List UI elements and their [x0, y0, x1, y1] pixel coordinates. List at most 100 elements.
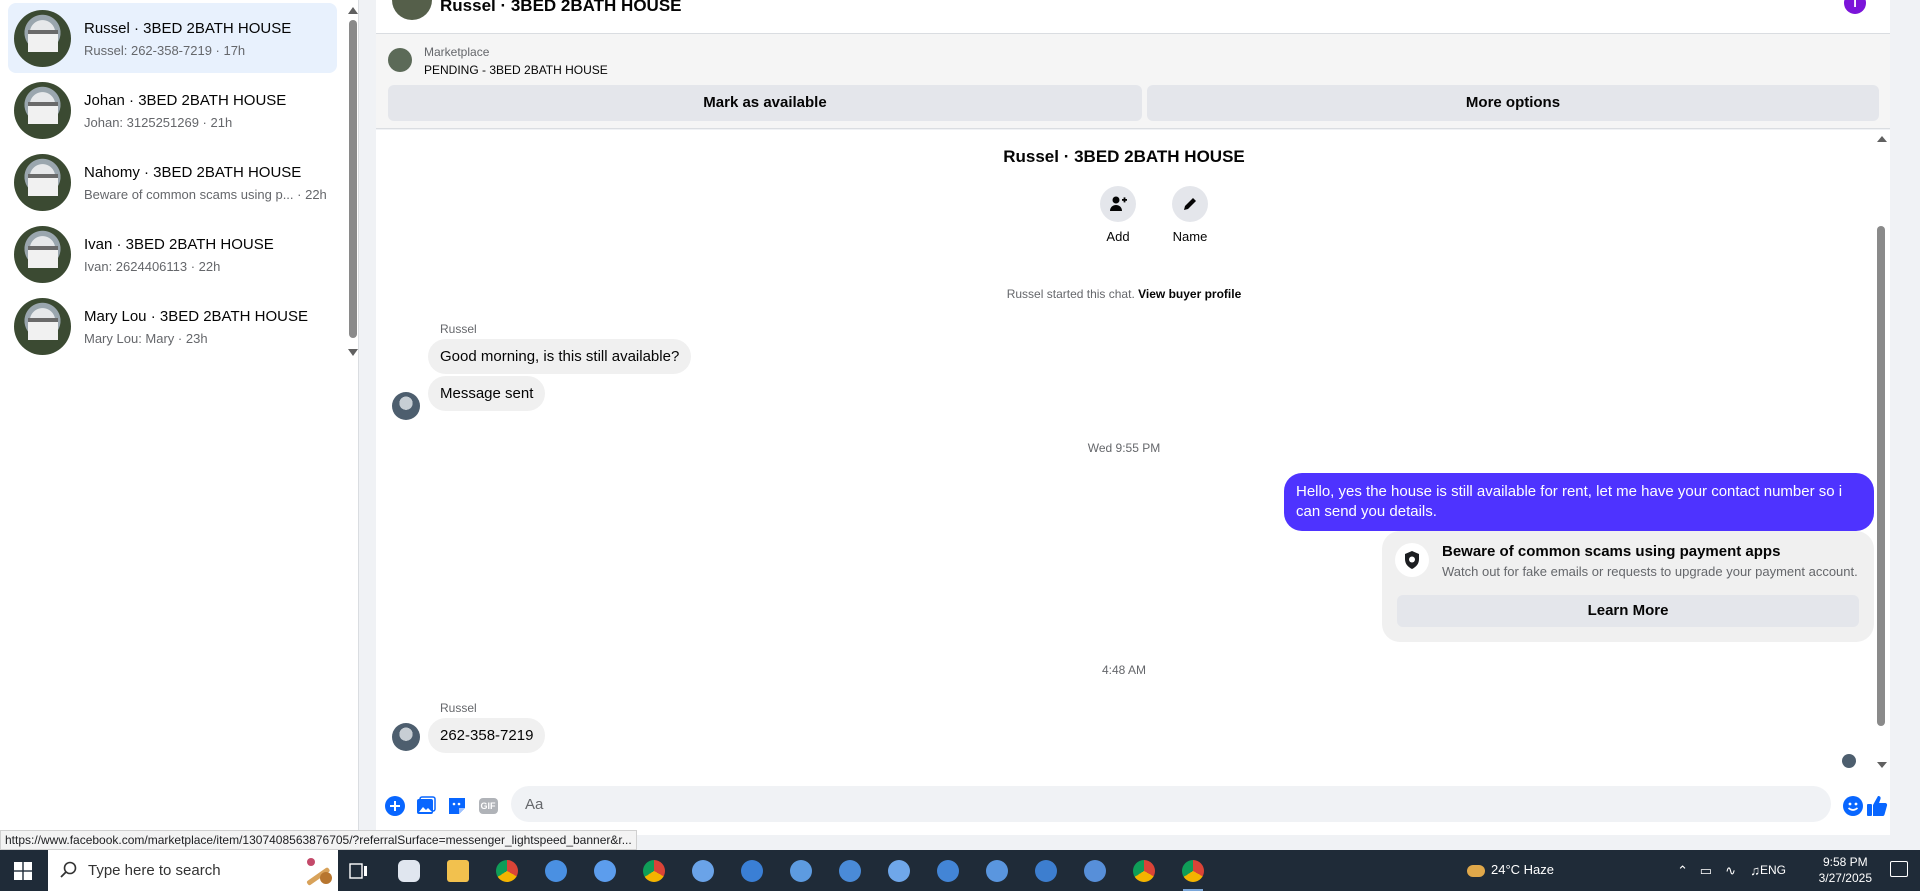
chat-started-note: Russel started this chat. View buyer pro…: [376, 287, 1872, 301]
gif-label: GIF: [478, 798, 498, 814]
conversation-item-ivan[interactable]: Ivan · 3BED 2BATH HOUSE Ivan: 2624406113…: [8, 219, 337, 289]
chrome-profile-icon[interactable]: [541, 856, 571, 886]
listing-status[interactable]: PENDING - 3BED 2BATH HOUSE: [424, 63, 608, 77]
search-placeholder: Type here to search: [88, 862, 221, 879]
sender-avatar[interactable]: [392, 392, 420, 420]
search-icon: [60, 861, 77, 878]
chrome-profile-icon[interactable]: [688, 856, 718, 886]
notification-center-icon[interactable]: [1890, 861, 1908, 877]
conversation-preview: Ivan: 2624406113 · 22h: [84, 259, 221, 274]
paint-app-icon[interactable]: [394, 856, 424, 886]
battery-icon[interactable]: ▭: [1700, 863, 1712, 879]
weather-widget[interactable]: 24°C Haze: [1466, 862, 1554, 877]
info-icon[interactable]: i: [1844, 0, 1866, 14]
conversation-avatar: [14, 154, 71, 211]
emoji-icon[interactable]: [1842, 795, 1864, 817]
search-highlight-icon: [306, 858, 332, 886]
sender-name: Russel: [440, 701, 477, 715]
chrome-profile-icon[interactable]: [590, 856, 620, 886]
conversation-preview: Johan: 3125251269 · 21h: [84, 115, 233, 130]
chrome-icon[interactable]: [492, 856, 522, 886]
conversation-title: Ivan · 3BED 2BATH HOUSE: [84, 236, 274, 253]
language-indicator[interactable]: ENG: [1760, 863, 1786, 877]
volume-icon[interactable]: ♫: [1750, 863, 1760, 878]
name-chat-button[interactable]: Name: [1160, 186, 1220, 244]
scam-warning-description: Watch out for fake emails or requests to…: [1442, 564, 1858, 579]
scroll-down-arrow-icon[interactable]: [1877, 762, 1887, 768]
conversation-avatar: [14, 226, 71, 283]
chrome-profile-icon[interactable]: [639, 856, 669, 886]
sender-avatar[interactable]: [392, 723, 420, 751]
clock[interactable]: 9:58 PM 3/27/2025: [1819, 854, 1872, 886]
haze-icon: [1466, 864, 1485, 877]
sender-name: Russel: [440, 322, 477, 336]
more-options-button[interactable]: More options: [1147, 85, 1879, 121]
task-view-icon[interactable]: [344, 856, 374, 886]
timestamp: Wed 9:55 PM: [1087, 441, 1161, 455]
conversation-list: Russel · 3BED 2BATH HOUSE Russel: 262-35…: [0, 0, 358, 850]
read-receipt-avatar: [1842, 754, 1856, 768]
message-composer: GIF: [376, 775, 1890, 835]
conversation-item-johan[interactable]: Johan · 3BED 2BATH HOUSE Johan: 31252512…: [8, 75, 337, 145]
scroll-up-arrow-icon[interactable]: [1877, 136, 1887, 142]
outgoing-message[interactable]: Hello, yes the house is still available …: [1284, 473, 1874, 531]
file-explorer-icon[interactable]: [443, 856, 473, 886]
incoming-message[interactable]: Message sent: [428, 376, 546, 411]
sticker-icon[interactable]: [446, 795, 468, 817]
plus-icon[interactable]: [384, 795, 406, 817]
name-label: Name: [1172, 229, 1208, 244]
thumbs-up-icon[interactable]: [1865, 795, 1889, 817]
link-status-url: https://www.facebook.com/marketplace/ite…: [0, 830, 637, 850]
chrome-profile-icon[interactable]: [737, 856, 767, 886]
gif-icon[interactable]: GIF: [477, 795, 499, 817]
listing-thumbnail[interactable]: [388, 48, 412, 72]
conversation-preview: Beware of common scams using p... · 22h: [84, 187, 327, 202]
chrome-profile-icon[interactable]: [933, 856, 963, 886]
message-thread: Russel · 3BED 2BATH HOUSE Add Name Russe…: [376, 130, 1890, 775]
photo-icon[interactable]: [415, 795, 437, 817]
windows-start-button[interactable]: [0, 850, 46, 891]
header-avatar[interactable]: [392, 0, 432, 20]
thread-scrollbar[interactable]: [1872, 130, 1890, 775]
conversation-item-nahomy[interactable]: Nahomy · 3BED 2BATH HOUSE Beware of comm…: [8, 147, 337, 217]
chrome-profile-icon[interactable]: [884, 856, 914, 886]
timestamp: 4:48 AM: [1101, 663, 1147, 677]
chrome-profile-icon[interactable]: [786, 856, 816, 886]
chat-header: Russel · 3BED 2BATH HOUSE i: [376, 0, 1890, 34]
header-title[interactable]: Russel · 3BED 2BATH HOUSE: [440, 0, 682, 16]
message-input[interactable]: [511, 786, 1831, 822]
scam-warning-card: Beware of common scams using payment app…: [1382, 531, 1874, 642]
chrome-icon[interactable]: [1129, 856, 1159, 886]
conversation-avatar: [14, 82, 71, 139]
incoming-message[interactable]: Good morning, is this still available?: [428, 339, 692, 374]
wifi-icon[interactable]: ∿: [1725, 863, 1736, 879]
add-people-button[interactable]: Add: [1088, 186, 1148, 244]
conversation-item-mary-lou[interactable]: Mary Lou · 3BED 2BATH HOUSE Mary Lou: Ma…: [8, 291, 337, 361]
thread-title: Russel · 3BED 2BATH HOUSE: [1003, 147, 1245, 166]
scroll-up-arrow-icon[interactable]: [348, 7, 358, 14]
scrollbar-thumb[interactable]: [1877, 226, 1885, 726]
chrome-profile-icon[interactable]: [1080, 856, 1110, 886]
system-tray: 24°C Haze ⌃ ▭ ∿ ♫ ENG 9:58 PM 3/27/2025: [1466, 850, 1920, 891]
taskbar-search-box[interactable]: Type here to search: [48, 850, 338, 891]
mark-as-available-button[interactable]: Mark as available: [388, 85, 1142, 121]
weather-text: 24°C Haze: [1490, 862, 1554, 877]
add-person-icon: [1100, 186, 1136, 222]
conversation-avatar: [14, 298, 71, 355]
clock-date: 3/27/2025: [1818, 871, 1872, 885]
scam-warning-title: Beware of common scams using payment app…: [1442, 543, 1781, 560]
chevron-up-icon[interactable]: ⌃: [1677, 863, 1688, 879]
incoming-message[interactable]: 262-358-7219: [428, 718, 546, 753]
chat-started-text: Russel started this chat.: [1006, 287, 1135, 301]
view-buyer-profile-link[interactable]: View buyer profile: [1138, 287, 1241, 301]
add-label: Add: [1106, 229, 1130, 244]
chrome-active-icon[interactable]: [1178, 856, 1208, 891]
conversation-title: Russel · 3BED 2BATH HOUSE: [84, 20, 292, 37]
chrome-profile-icon[interactable]: [1031, 856, 1061, 886]
chrome-profile-icon[interactable]: [835, 856, 865, 886]
conversation-item-russel[interactable]: Russel · 3BED 2BATH HOUSE Russel: 262-35…: [8, 3, 337, 73]
learn-more-button[interactable]: Learn More: [1397, 595, 1859, 627]
scroll-down-arrow-icon[interactable]: [348, 349, 358, 356]
scrollbar-thumb[interactable]: [349, 20, 357, 338]
chrome-profile-icon[interactable]: [982, 856, 1012, 886]
